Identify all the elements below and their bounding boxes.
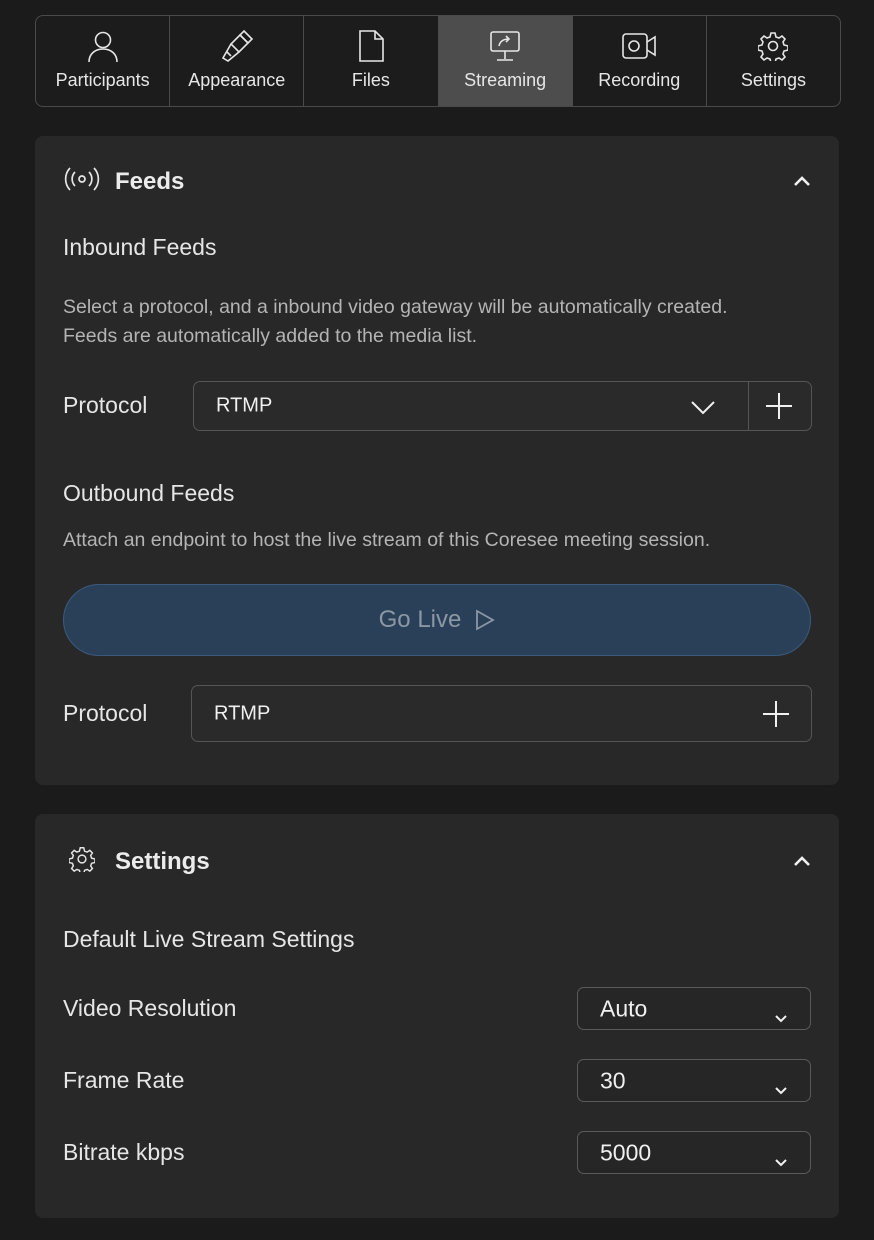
feeds-title: Feeds: [115, 167, 185, 195]
inbound-feeds-heading: Inbound Feeds: [63, 234, 217, 260]
chevron-down-icon: [774, 1003, 788, 1030]
add-outbound-endpoint-icon[interactable]: [762, 700, 790, 734]
go-live-label: Go Live: [378, 606, 462, 633]
divider: [748, 382, 749, 430]
bitrate-value: 5000: [600, 1139, 652, 1165]
settings-header[interactable]: Settings: [63, 846, 210, 877]
tab-appearance[interactable]: Appearance: [170, 16, 305, 106]
outbound-protocol-value: RTMP: [214, 702, 271, 724]
description-line: Select a protocol, and a inbound video g…: [63, 296, 728, 318]
outbound-protocol-label: Protocol: [63, 700, 148, 726]
tab-label: Participants: [55, 70, 150, 90]
file-icon: [353, 28, 389, 64]
video-resolution-value: Auto: [600, 995, 648, 1021]
tab-streaming[interactable]: Streaming: [438, 16, 573, 106]
outbound-protocol-field[interactable]: RTMP: [191, 685, 812, 742]
tab-label: Settings: [740, 70, 806, 90]
frame-rate-select[interactable]: 30: [577, 1059, 811, 1102]
tab-participants[interactable]: Participants: [36, 16, 171, 106]
collapse-chevron-icon[interactable]: [793, 854, 811, 872]
top-tab-bar: Participants Appearance Files Streaming: [35, 15, 841, 107]
bitrate-select[interactable]: 5000: [577, 1131, 811, 1174]
go-live-button[interactable]: Go Live: [63, 584, 811, 656]
tab-files[interactable]: Files: [304, 16, 439, 106]
description-line: Feeds are automatically added to the med…: [63, 325, 478, 347]
feeds-header[interactable]: Feeds: [63, 166, 184, 197]
video-camera-icon: [621, 28, 657, 64]
broadcast-icon: [63, 166, 101, 197]
gear-icon: [68, 846, 96, 877]
default-live-stream-settings-heading: Default Live Stream Settings: [63, 926, 355, 952]
inbound-protocol-value: RTMP: [216, 394, 273, 417]
brush-icon: [219, 28, 255, 64]
user-icon: [85, 28, 121, 64]
chevron-down-icon: [774, 1075, 788, 1102]
tab-recording[interactable]: Recording: [573, 16, 707, 106]
outbound-feeds-description: Attach an endpoint to host the live stre…: [63, 529, 711, 551]
gear-icon: [755, 28, 791, 64]
video-resolution-select[interactable]: Auto: [577, 987, 811, 1030]
bitrate-label: Bitrate kbps: [63, 1139, 185, 1165]
play-icon: [475, 609, 496, 631]
inbound-protocol-select[interactable]: RTMP: [193, 381, 812, 431]
frame-rate-label: Frame Rate: [63, 1067, 185, 1093]
tab-label: Recording: [598, 70, 681, 90]
tab-label: Appearance: [188, 70, 286, 90]
tab-settings[interactable]: Settings: [707, 16, 840, 106]
chevron-down-icon: [690, 399, 716, 422]
settings-panel: Settings Default Live Stream Settings Vi…: [35, 814, 839, 1218]
inbound-feeds-description: Select a protocol, and a inbound video g…: [63, 293, 728, 351]
chevron-down-icon: [774, 1147, 788, 1174]
add-inbound-feed-icon[interactable]: [765, 392, 793, 426]
tab-label: Files: [351, 70, 390, 90]
frame-rate-value: 30: [600, 1067, 626, 1093]
inbound-protocol-label: Protocol: [63, 392, 148, 418]
tab-label: Streaming: [464, 70, 547, 90]
video-resolution-label: Video Resolution: [63, 995, 237, 1021]
feeds-panel: Feeds Inbound Feeds Select a protocol, a…: [35, 136, 839, 785]
outbound-feeds-heading: Outbound Feeds: [63, 480, 235, 506]
screen-share-icon: [487, 28, 523, 64]
collapse-chevron-icon[interactable]: [793, 174, 811, 192]
settings-title: Settings: [115, 847, 210, 875]
